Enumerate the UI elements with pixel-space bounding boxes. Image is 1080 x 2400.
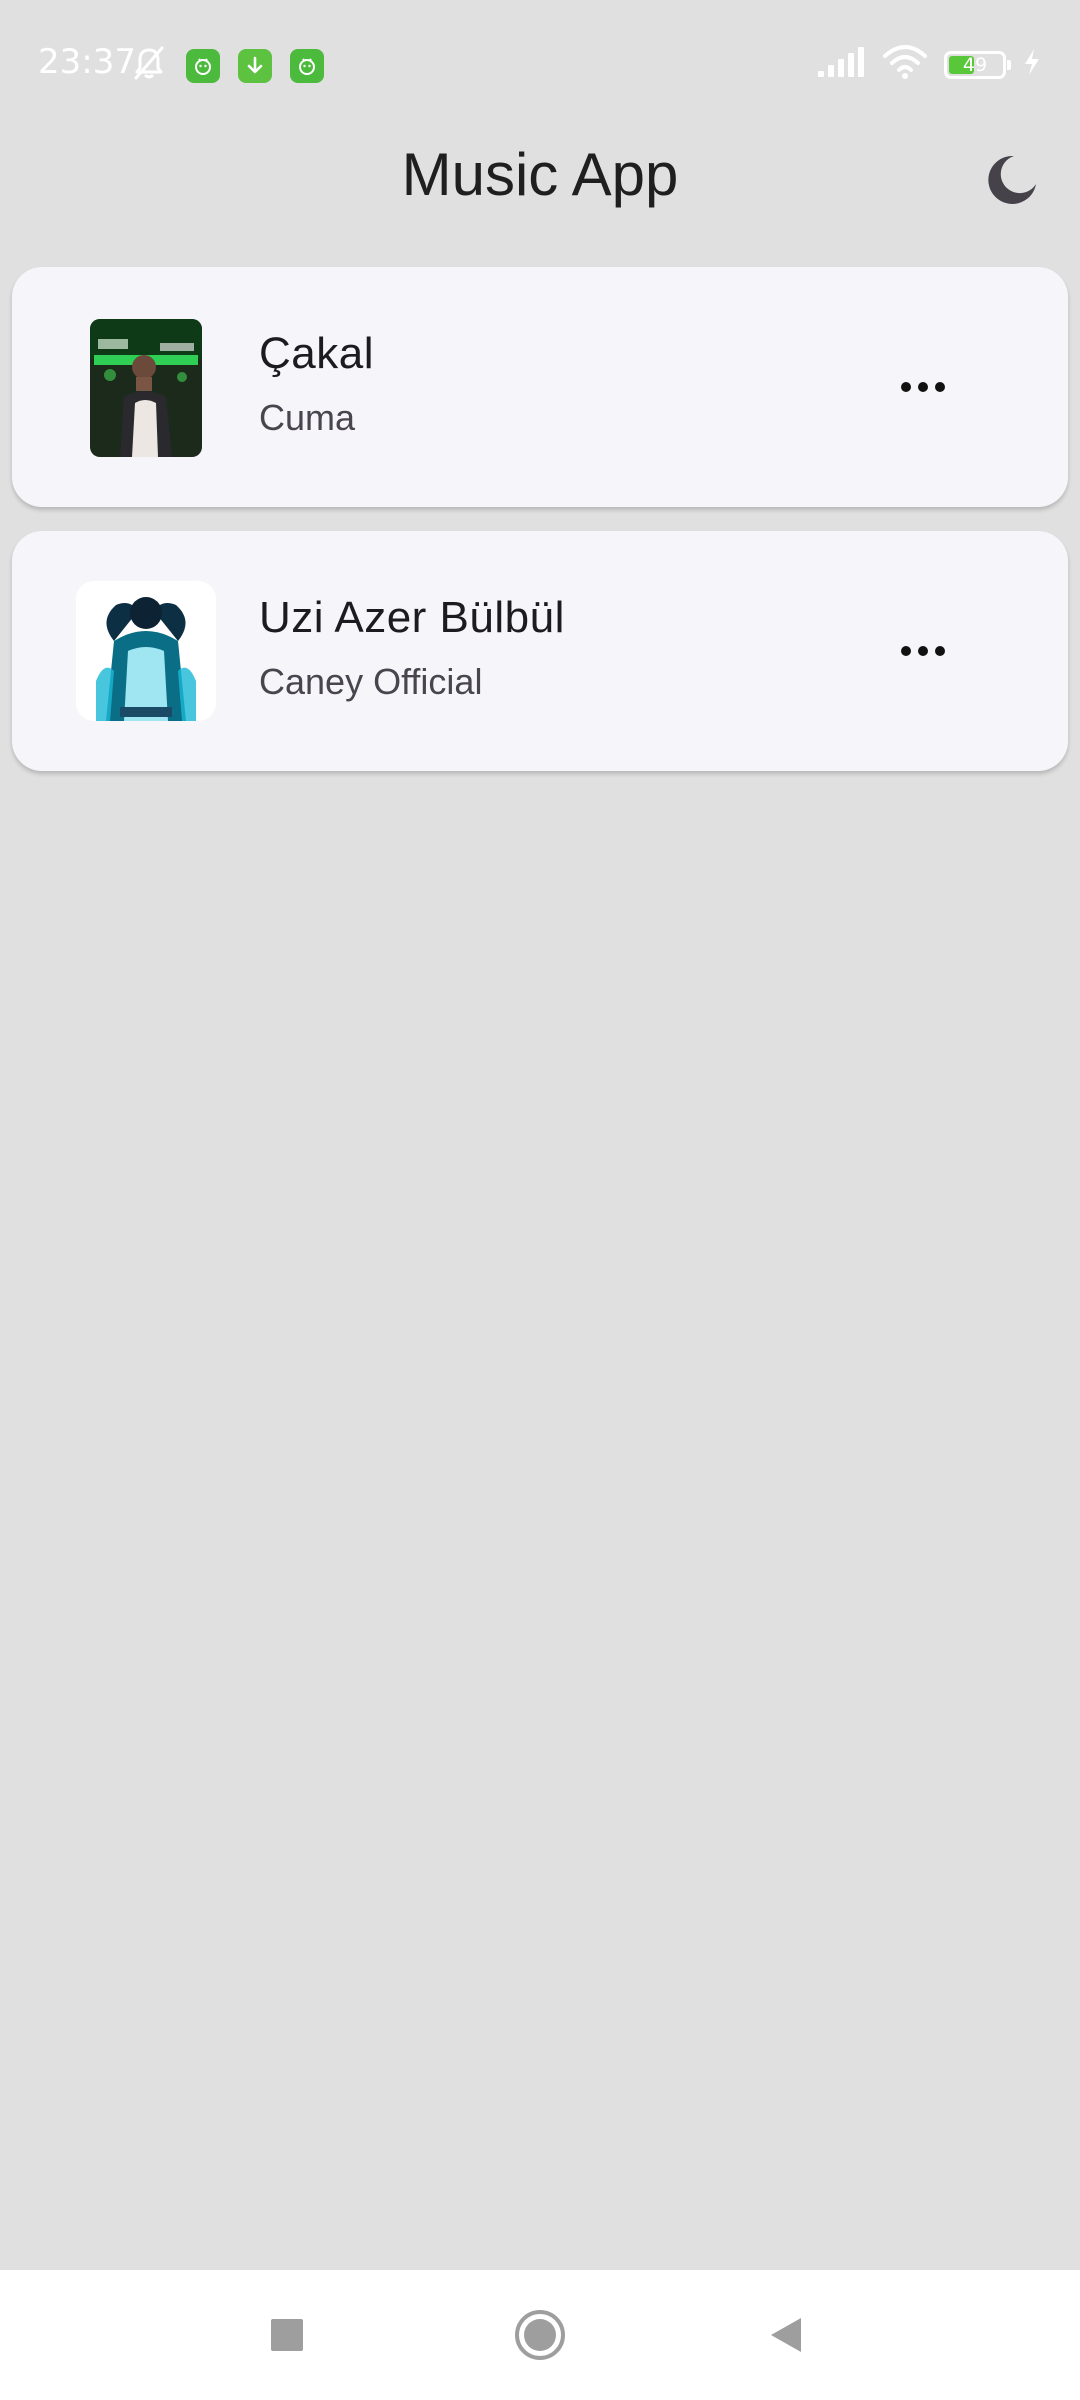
status-bar: 23:37 49: [0, 0, 1080, 130]
status-time: 23:37: [38, 42, 136, 82]
battery-level: 49: [962, 53, 988, 76]
back-triangle-icon: [771, 2318, 801, 2352]
battery-icon: 49: [944, 50, 1011, 79]
song-text: Çakal Cuma: [259, 329, 374, 439]
theme-toggle-button[interactable]: [982, 150, 1042, 210]
signal-icon: [816, 45, 866, 84]
home-button[interactable]: [505, 2300, 575, 2370]
status-notification-icons: [130, 44, 324, 87]
moon-icon: [988, 155, 1036, 204]
download-icon: [238, 48, 272, 83]
song-text: Uzi Azer Bülbül Caney Official: [259, 593, 565, 703]
app-header: Music App: [0, 130, 1080, 250]
song-card[interactable]: Çakal Cuma: [12, 267, 1068, 507]
system-navigation-bar: [0, 2270, 1080, 2400]
recents-button[interactable]: [252, 2300, 322, 2370]
back-button[interactable]: [752, 2300, 822, 2370]
more-horizontal-icon: [901, 646, 945, 656]
more-horizontal-icon: [901, 382, 945, 392]
status-system-icons: 49: [816, 44, 1042, 85]
song-options-button[interactable]: [893, 626, 953, 676]
song-card[interactable]: Uzi Azer Bülbül Caney Official: [12, 531, 1068, 771]
charging-bolt-icon: [1022, 47, 1042, 82]
home-circle-icon: [515, 2310, 565, 2360]
android-app-icon: [186, 48, 220, 83]
song-title: Çakal: [259, 329, 374, 378]
recents-square-icon: [271, 2319, 303, 2351]
song-list: Çakal Cuma Uzi Azer Bülbül Caney Officia…: [12, 267, 1068, 795]
mute-bell-icon: [130, 44, 168, 87]
song-options-button[interactable]: [893, 362, 953, 412]
song-artist: Cuma: [259, 397, 356, 438]
page-title: Music App: [401, 141, 679, 208]
song-title: Uzi Azer Bülbül: [259, 593, 565, 642]
song-artist: Caney Official: [259, 661, 483, 702]
album-cover: [76, 581, 216, 721]
album-cover: [90, 319, 202, 457]
wifi-icon: [882, 44, 928, 85]
android-app-icon: [290, 48, 324, 83]
